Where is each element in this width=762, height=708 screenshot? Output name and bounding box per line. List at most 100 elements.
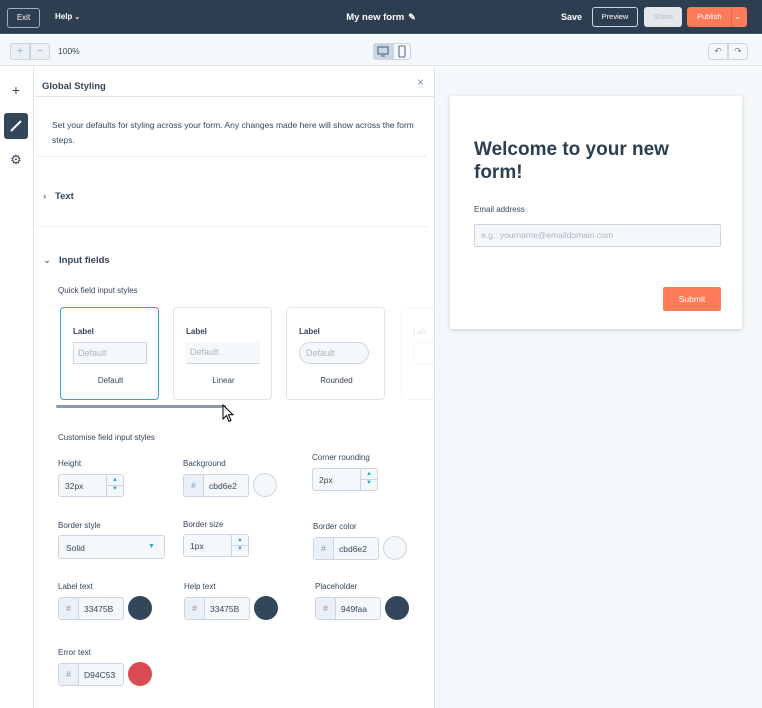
undo-button[interactable]: ↶ xyxy=(708,43,728,60)
help-text-label: Help text xyxy=(184,582,216,591)
corner-rounding-label: Corner rounding xyxy=(312,453,370,462)
publish-divider xyxy=(731,7,732,27)
help-text-color-input[interactable]: # 33475B xyxy=(184,597,250,620)
form-title-text: My new form xyxy=(346,12,405,23)
desktop-view-button[interactable] xyxy=(373,43,393,60)
horizontal-scrollbar[interactable] xyxy=(56,405,226,408)
submit-button[interactable]: Submit xyxy=(663,287,721,311)
border-size-stepper[interactable]: 1px ▲ ▼ xyxy=(183,534,249,557)
hash-prefix: # xyxy=(184,475,204,496)
caret-up-icon[interactable]: ▲ xyxy=(112,477,118,483)
settings-icon[interactable]: ⚙ xyxy=(4,147,28,173)
section-text-toggle[interactable]: › Text xyxy=(43,191,74,202)
quick-style-partial[interactable]: Lab xyxy=(400,307,434,400)
card-input-preview: Default xyxy=(73,342,147,364)
email-field[interactable]: e.g.: yourname@emaildomain.com xyxy=(474,224,721,247)
chevron-down-icon[interactable]: ⌄ xyxy=(734,7,741,27)
redo-button[interactable]: ↷ xyxy=(728,43,748,60)
caret-up-icon[interactable]: ▲ xyxy=(237,537,243,543)
divider xyxy=(35,226,427,227)
card-input-preview: Default xyxy=(186,342,260,364)
placeholder-swatch[interactable] xyxy=(385,596,409,620)
height-stepper[interactable]: 32px ▲ ▼ xyxy=(58,474,124,497)
email-label: Email address xyxy=(474,205,525,214)
zoom-in-button[interactable]: + xyxy=(10,43,30,60)
background-color-input[interactable]: # cbd6e2 xyxy=(183,474,249,497)
divider xyxy=(35,156,427,157)
help-text-swatch[interactable] xyxy=(254,596,278,620)
hash-prefix: # xyxy=(185,598,205,619)
custom-styles-label: Customise field input styles xyxy=(58,433,155,442)
label-text-swatch[interactable] xyxy=(128,596,152,620)
quick-style-default[interactable]: Label Default Default xyxy=(60,307,159,400)
card-label: Label xyxy=(186,327,207,336)
placeholder-value: 949faa xyxy=(341,604,367,614)
panel-description: Set your defaults for styling across you… xyxy=(52,120,414,145)
publish-label: Publish xyxy=(697,12,722,21)
caret-down-icon[interactable]: ▼ xyxy=(237,546,243,552)
hash-prefix: # xyxy=(314,538,334,559)
card-label: Label xyxy=(299,327,320,336)
background-value: cbd6e2 xyxy=(209,481,237,491)
add-icon[interactable]: + xyxy=(4,77,28,103)
editor-toolbar: + − 100% ↶ ↷ xyxy=(0,35,762,66)
mobile-icon xyxy=(398,45,406,58)
hash-prefix: # xyxy=(316,598,336,619)
top-bar: Exit Help ⌄ My new form ✎ Save Preview Sha… xyxy=(0,0,762,34)
help-text-value: 33475B xyxy=(210,604,240,614)
background-label: Background xyxy=(183,459,226,468)
panel-title: Global Styling xyxy=(42,81,106,92)
save-button[interactable]: Save xyxy=(561,12,582,22)
quick-style-rounded[interactable]: Label Default Rounded xyxy=(286,307,385,400)
label-text-value: 33475B xyxy=(84,604,114,614)
brush-icon xyxy=(10,120,22,132)
preview-button[interactable]: Preview xyxy=(592,7,638,27)
zoom-level: 100% xyxy=(58,46,80,56)
section-text-label: Text xyxy=(55,191,74,202)
card-name: Default xyxy=(97,376,124,385)
close-icon[interactable]: × xyxy=(417,75,424,89)
border-style-select[interactable]: Solid ▼ xyxy=(58,535,165,559)
chevron-down-icon: ⌄ xyxy=(43,255,51,266)
label-text-color-input[interactable]: # 33475B xyxy=(58,597,124,620)
height-label: Height xyxy=(58,459,82,468)
chevron-right-icon: › xyxy=(43,191,47,202)
error-text-swatch[interactable] xyxy=(128,662,152,686)
publish-button[interactable]: Publish ⌄ xyxy=(687,7,747,27)
section-input-fields-label: Input fields xyxy=(59,255,110,266)
corner-rounding-stepper[interactable]: 2px ▲ ▼ xyxy=(312,468,378,491)
caret-up-icon[interactable]: ▲ xyxy=(366,471,372,477)
card-name: Linear xyxy=(212,376,235,385)
share-button[interactable]: Share xyxy=(644,7,682,27)
error-text-color-input[interactable]: # D94C53 xyxy=(58,663,124,686)
form-preview-card[interactable]: Welcome to your new form! Email address … xyxy=(450,96,742,329)
zoom-out-button[interactable]: − xyxy=(30,43,50,60)
pencil-icon[interactable]: ✎ xyxy=(408,12,416,23)
style-brush-icon[interactable] xyxy=(4,113,28,139)
border-color-value: cbd6e2 xyxy=(339,544,367,554)
form-heading[interactable]: Welcome to your new form! xyxy=(474,138,674,184)
caret-down-icon[interactable]: ▼ xyxy=(112,486,118,492)
left-rail: + ⚙ xyxy=(0,67,34,708)
mobile-view-button[interactable] xyxy=(393,43,411,60)
hash-prefix: # xyxy=(59,664,79,685)
stepper-buttons[interactable]: ▲ ▼ xyxy=(231,535,249,556)
caret-down-icon[interactable]: ▼ xyxy=(366,480,372,486)
error-text-label: Error text xyxy=(58,648,91,657)
placeholder-color-input[interactable]: # 949faa xyxy=(315,597,381,620)
label-text-label: Label text xyxy=(58,582,93,591)
stepper-buttons[interactable]: ▲ ▼ xyxy=(106,475,124,496)
divider xyxy=(35,96,434,97)
border-color-swatch[interactable] xyxy=(383,536,407,560)
stepper-buttons[interactable]: ▲ ▼ xyxy=(360,469,378,490)
card-input-preview xyxy=(413,342,434,364)
card-label: Label xyxy=(73,327,94,336)
section-input-fields-toggle[interactable]: ⌄ Input fields xyxy=(43,255,110,266)
background-swatch[interactable] xyxy=(253,473,277,497)
quick-style-linear[interactable]: Label Default Linear xyxy=(173,307,272,400)
border-color-input[interactable]: # cbd6e2 xyxy=(313,537,379,560)
border-style-value: Solid xyxy=(66,543,85,553)
global-styling-panel: Global Styling × Set your defaults for s… xyxy=(35,67,435,708)
card-input-preview: Default xyxy=(299,342,369,364)
border-color-label: Border color xyxy=(313,522,357,531)
